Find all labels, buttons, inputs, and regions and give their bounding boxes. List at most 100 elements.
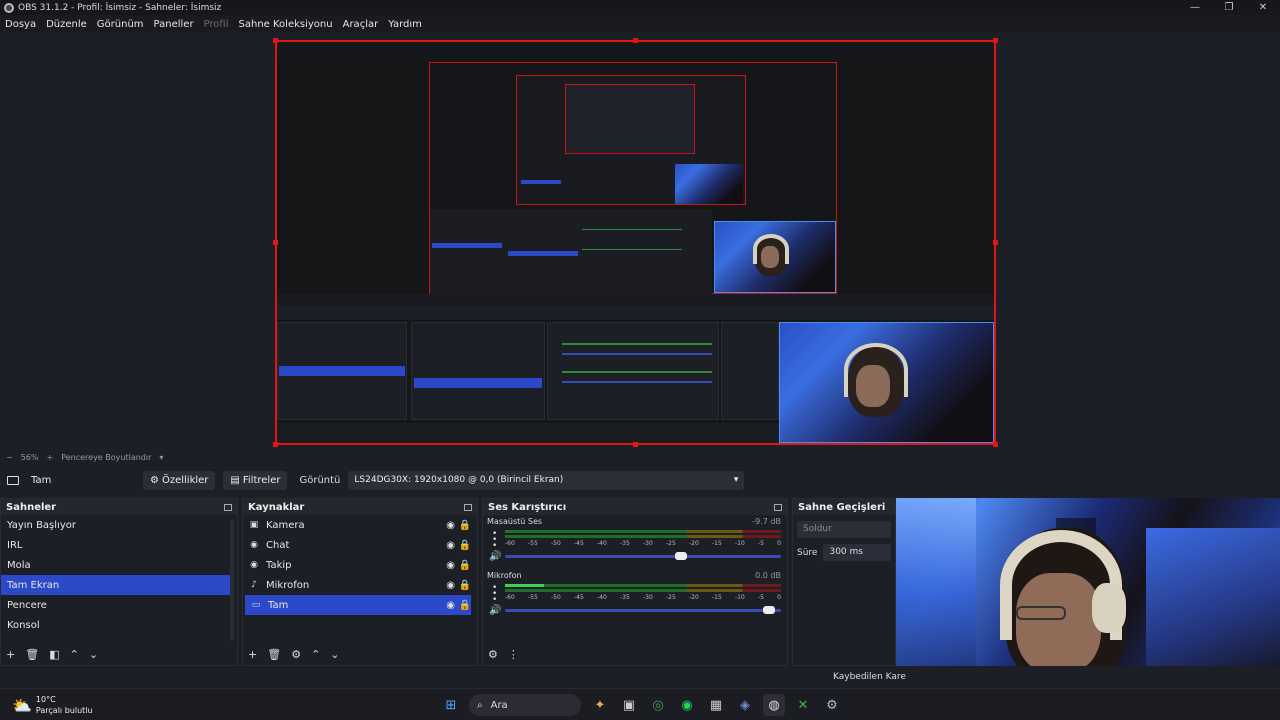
move-down-button[interactable]: ⌄	[330, 648, 339, 661]
volume-knob[interactable]	[675, 552, 688, 560]
scene-item[interactable]: Yayın Başlıyor	[1, 515, 231, 535]
eye-icon[interactable]: ◉	[446, 540, 455, 551]
add-source-button[interactable]: +	[248, 648, 257, 661]
widgets-icon[interactable]: ✦	[589, 694, 611, 716]
chrome-icon[interactable]: ◎	[647, 694, 669, 716]
volume-knob[interactable]	[763, 606, 776, 614]
mixer-menu-icon[interactable]: ⋮	[508, 648, 519, 661]
spotify-icon[interactable]: ◉	[676, 694, 698, 716]
filters-button[interactable]: ▤ Filtreler	[223, 470, 288, 490]
transform-handle[interactable]	[993, 442, 998, 447]
store-icon[interactable]: ▦	[705, 694, 727, 716]
eye-icon[interactable]: ◉	[446, 560, 455, 571]
lock-icon[interactable]: 🔒	[459, 520, 471, 531]
xbox-icon[interactable]: ✕	[792, 694, 814, 716]
scene-item[interactable]: Pencere	[1, 595, 231, 615]
source-item[interactable]: ◉ Chat ◉ 🔒	[243, 535, 477, 555]
lock-icon[interactable]: 🔒	[459, 540, 471, 551]
preview-area[interactable]	[0, 33, 1280, 450]
transform-handle[interactable]	[273, 240, 278, 245]
mixer-footer: ⚙ ⋮	[483, 646, 529, 662]
source-item[interactable]: ♪ Mikrofon ◉ 🔒	[243, 575, 477, 595]
preview-canvas[interactable]	[275, 40, 996, 445]
trash-icon[interactable]: 🗑	[25, 648, 39, 661]
obs-icon[interactable]: ◍	[763, 694, 785, 716]
channel-menu-icon[interactable]: • • •	[492, 584, 497, 605]
properties-button[interactable]: ⚙ Özellikler	[143, 470, 216, 490]
trash-icon[interactable]: 🗑	[267, 648, 281, 661]
transform-handle[interactable]	[273, 38, 278, 43]
menu-edit[interactable]: Düzenle	[46, 19, 87, 30]
move-down-button[interactable]: ⌄	[89, 648, 98, 661]
transform-handle[interactable]	[993, 240, 998, 245]
undock-icon[interactable]	[464, 503, 472, 511]
scenes-scrollbar[interactable]	[230, 519, 234, 641]
zoom-mode-label[interactable]: Pencereye Boyutlandır	[61, 453, 151, 462]
nested-transitions	[721, 322, 779, 420]
source-item[interactable]: ◉ Takip ◉ 🔒	[243, 555, 477, 575]
source-item-selected[interactable]: ▭ Tam ◉ 🔒	[245, 595, 471, 615]
menu-tools[interactable]: Araçlar	[343, 19, 379, 30]
minimize-button[interactable]: —	[1178, 0, 1212, 15]
transform-handle[interactable]	[633, 442, 638, 447]
menu-help[interactable]: Yardım	[388, 19, 422, 30]
menu-docks[interactable]: Paneller	[154, 19, 194, 30]
discord-icon[interactable]: ◈	[734, 694, 756, 716]
zoom-out-button[interactable]: −	[6, 453, 13, 462]
nested-docks-2	[430, 209, 712, 295]
scenes-dock: Sahneler Yayın Başlıyor IRL Mola Tam Ekr…	[0, 498, 238, 666]
transform-handle[interactable]	[993, 38, 998, 43]
close-button[interactable]: ✕	[1246, 0, 1280, 15]
chevron-down-icon[interactable]: ▾	[159, 453, 163, 462]
move-up-button[interactable]: ⌃	[311, 648, 320, 661]
source-item[interactable]: ▣ Kamera ◉ 🔒	[243, 515, 477, 535]
volume-slider[interactable]	[505, 552, 781, 560]
weather-widget[interactable]: ⛅ 10°C Parçalı bulutlu	[12, 694, 93, 716]
windows-start-icon[interactable]: ⊞	[440, 694, 462, 716]
scene-item[interactable]: IRL	[1, 535, 231, 555]
transform-handle[interactable]	[273, 442, 278, 447]
speaker-icon[interactable]: 🔊	[489, 605, 501, 616]
menu-view[interactable]: Görünüm	[97, 19, 144, 30]
duration-input[interactable]: 300 ms	[823, 544, 891, 561]
transition-select[interactable]: Soldur	[797, 521, 891, 538]
channel-menu-icon[interactable]: • • •	[492, 530, 497, 551]
sources-footer: + 🗑 ⚙ ⌃ ⌄	[243, 646, 350, 662]
move-up-button[interactable]: ⌃	[70, 648, 79, 661]
add-scene-button[interactable]: +	[6, 648, 15, 661]
undock-icon[interactable]	[224, 503, 232, 511]
undock-icon[interactable]	[774, 503, 782, 511]
lock-icon[interactable]: 🔒	[459, 580, 471, 591]
display-select[interactable]: LS24DG30X: 1920x1080 @ 0,0 (Birincil Ekr…	[348, 470, 745, 490]
nested-webcam	[779, 322, 994, 443]
weather-desc: Parçalı bulutlu	[35, 706, 93, 715]
transform-handle[interactable]	[633, 38, 638, 43]
menu-file[interactable]: Dosya	[5, 19, 36, 30]
source-label: Mikrofon	[266, 579, 310, 591]
scene-item[interactable]: Konsol	[1, 615, 231, 635]
lock-icon[interactable]: 🔒	[459, 560, 471, 571]
maximize-button[interactable]: ❐	[1212, 0, 1246, 15]
zoom-in-button[interactable]: +	[46, 453, 53, 462]
eye-icon[interactable]: ◉	[446, 580, 455, 591]
menu-profile[interactable]: Profil	[204, 19, 229, 30]
meter-tick-label: -50	[551, 594, 561, 601]
scene-item-selected[interactable]: Tam Ekran	[1, 575, 231, 595]
eye-icon[interactable]: ◉	[446, 520, 455, 531]
task-view-icon[interactable]: ▣	[618, 694, 640, 716]
steam-icon[interactable]: ⚙	[821, 694, 843, 716]
menu-scene-collection[interactable]: Sahne Koleksiyonu	[239, 19, 333, 30]
lock-icon[interactable]: 🔒	[459, 600, 471, 611]
taskbar-search[interactable]: ⌕ Ara	[469, 694, 581, 716]
nested-preview-2	[516, 75, 746, 205]
volume-slider[interactable]	[505, 606, 781, 614]
gear-icon[interactable]: ⚙	[291, 648, 301, 661]
scene-item[interactable]: Mola	[1, 555, 231, 575]
filter-icon[interactable]: ◧	[49, 648, 59, 661]
advanced-audio-icon[interactable]: ⚙	[488, 648, 498, 661]
speaker-icon[interactable]: 🔊	[489, 551, 501, 562]
nested-sourcebar	[277, 306, 994, 320]
eye-icon[interactable]: ◉	[446, 600, 455, 611]
meter-tick-label: -50	[551, 540, 561, 547]
scene-label: Mola	[7, 559, 31, 571]
